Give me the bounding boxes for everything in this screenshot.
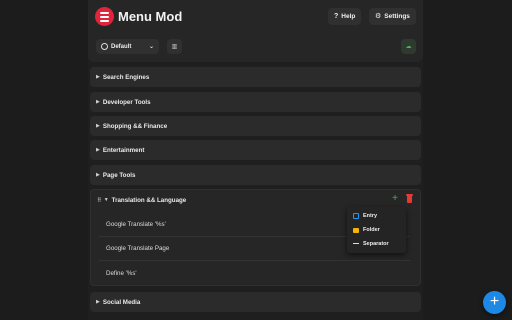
profile-select[interactable]: Default ⌄	[96, 39, 159, 54]
separator-icon	[353, 241, 359, 247]
help-button[interactable]: ? Help	[328, 8, 362, 25]
cloud-sync-icon: ☁	[405, 44, 412, 50]
folder-row[interactable]: ▶ Search Engines	[90, 67, 421, 87]
caret-right-icon: ▶	[96, 299, 100, 305]
menu-item-label: Separator	[363, 241, 389, 247]
caret-right-icon: ▶	[96, 147, 100, 153]
page-title: Menu Mod	[118, 9, 183, 24]
folder-label: Translation && Language	[111, 196, 187, 204]
entry-label: Google Translate '%s'	[106, 221, 166, 228]
entry-row[interactable]: Define '%s'	[99, 261, 410, 285]
entry-label: Google Translate Page	[106, 245, 170, 252]
plus-icon: +	[489, 293, 500, 310]
app-container: Menu Mod ? Help ⚙ Settings Default ⌄ ▥ ☁…	[88, 0, 423, 320]
folder-row[interactable]: ▶ Entertainment	[90, 140, 421, 160]
delete-folder-button[interactable]	[406, 194, 413, 203]
caret-down-icon: ▼	[103, 197, 109, 203]
folder-label: Entertainment	[102, 146, 145, 154]
folder-row[interactable]: ▶ Page Tools	[90, 165, 421, 185]
help-icon: ?	[334, 13, 339, 20]
folder-row[interactable]: ▶ Shopping && Finance	[90, 116, 421, 136]
caret-right-icon: ▶	[96, 74, 100, 80]
menu-item-entry[interactable]: Entry	[347, 209, 406, 223]
chevron-down-icon: ⌄	[148, 44, 154, 50]
link-icon	[353, 213, 359, 219]
entry-label: Define '%s'	[106, 269, 137, 277]
menu-item-label: Folder	[363, 227, 380, 233]
folder-icon	[353, 227, 359, 233]
profile-label: Default	[111, 43, 132, 50]
menu-item-label: Entry	[363, 213, 378, 219]
settings-button[interactable]: ⚙ Settings	[369, 8, 416, 25]
header: Menu Mod ? Help ⚙ Settings Default ⌄ ▥ ☁	[88, 0, 423, 62]
add-item-button[interactable]: +	[392, 194, 398, 204]
columns-button[interactable]: ▥	[167, 39, 182, 54]
folder-label: Developer Tools	[102, 98, 151, 106]
menu-item-separator[interactable]: Separator	[347, 237, 406, 251]
add-item-menu: Entry Folder Separator	[347, 207, 406, 253]
add-floating-button[interactable]: +	[483, 291, 506, 314]
settings-label: Settings	[384, 13, 410, 20]
menu-logo-icon	[95, 7, 114, 26]
folder-label: Social Media	[102, 298, 141, 306]
folder-label: Search Engines	[102, 73, 150, 81]
gear-icon: ⚙	[375, 13, 382, 20]
columns-icon: ▥	[171, 44, 178, 50]
user-circle-icon	[101, 43, 108, 50]
help-label: Help	[341, 13, 356, 20]
folder-row[interactable]: ▶ Developer Tools	[90, 92, 421, 112]
caret-right-icon: ▶	[96, 172, 100, 178]
folder-row[interactable]: ▶ Social Media	[90, 292, 421, 312]
caret-right-icon: ▶	[96, 123, 100, 129]
drag-handle-icon[interactable]: ⠿	[97, 197, 102, 204]
caret-right-icon: ▶	[96, 99, 100, 105]
folder-label: Page Tools	[102, 171, 136, 179]
folder-label: Shopping && Finance	[102, 122, 168, 130]
menu-item-folder[interactable]: Folder	[347, 223, 406, 237]
sync-button[interactable]: ☁	[401, 39, 416, 54]
